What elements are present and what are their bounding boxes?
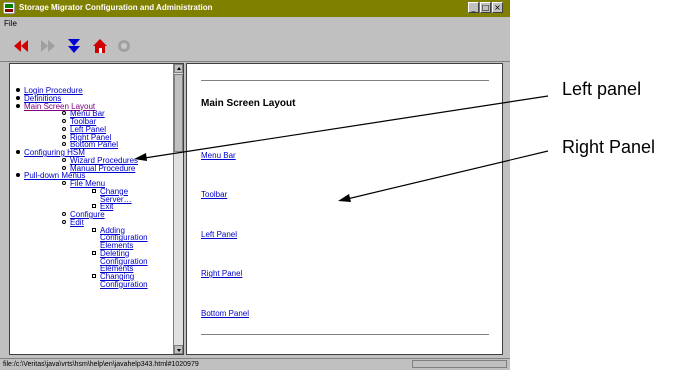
maximize-button[interactable]: □ [480,2,491,13]
dot-bullet-icon [16,103,20,108]
link-right-panel[interactable]: Right Panel [201,269,242,278]
callout-left-panel: Left panel [562,79,642,99]
square-bullet-icon [92,227,96,232]
close-button[interactable]: × [492,2,503,13]
divider-bottom [201,334,489,335]
toolbar [0,31,510,62]
right-panel: Main Screen Layout Menu Bar Toolbar Left… [186,63,503,355]
home-icon[interactable] [92,38,108,54]
scroll-thumb[interactable] [174,74,183,152]
left-panel: Login Procedure Definitions Main Screen La… [9,63,184,355]
square-bullet-icon [92,250,96,255]
ring-bullet-icon [62,111,66,116]
ring-bullet-icon [62,142,66,147]
menu-file[interactable]: File [4,18,17,30]
scroll-down-button[interactable] [174,345,183,354]
minimize-button[interactable]: _ [468,2,479,13]
scroll-up-button[interactable] [174,64,183,73]
application-window: Storage Migrator Configuration and Admin… [0,0,510,370]
page-heading: Main Screen Layout [201,98,296,109]
ring-bullet-icon [62,134,66,139]
tree-link[interactable]: Edit [70,218,84,227]
forward-icon[interactable] [40,38,56,54]
divider-top [201,80,489,81]
menu-bar: File [0,17,510,31]
callout-right-panel: Right Panel [562,137,656,157]
tree-item: Edit [70,218,84,227]
link-toolbar[interactable]: Toolbar [201,190,227,199]
app-icon [3,2,15,14]
ring-bullet-icon [62,119,66,123]
vertical-scrollbar[interactable] [173,64,183,354]
status-pane [412,360,507,368]
status-text: file:/c:\Veritas\java\vrts\hsm\help\en\j… [3,361,199,368]
ring-bullet-icon [62,157,66,162]
dot-bullet-icon [16,88,20,92]
square-bullet-icon [92,274,96,278]
title-bar[interactable]: Storage Migrator Configuration and Admin… [0,0,510,17]
link-menu-bar[interactable]: Menu Bar [201,151,236,160]
status-bar: file:/c:\Veritas\java\vrts\hsm\help\en\j… [0,358,510,370]
down-icon[interactable] [66,38,82,54]
dot-bullet-icon [16,150,20,154]
dot-bullet-icon [16,95,20,100]
link-bottom-panel[interactable]: Bottom Panel [201,309,249,318]
square-bullet-icon [92,188,96,193]
back-icon[interactable] [13,38,29,54]
ring-bullet-icon [62,165,66,170]
dot-bullet-icon [16,173,20,178]
ring-bullet-icon [62,219,66,224]
ring-bullet-icon [62,181,66,185]
tree-item: Configuration [100,280,148,289]
link-left-panel[interactable]: Left Panel [201,230,237,239]
ring-bullet-icon [62,126,66,131]
tree-link[interactable]: Configuration [100,280,148,289]
ring-bullet-icon [62,212,66,216]
window-title: Storage Migrator Configuration and Admin… [19,3,213,12]
stop-icon[interactable] [116,38,132,54]
square-bullet-icon [92,204,96,209]
